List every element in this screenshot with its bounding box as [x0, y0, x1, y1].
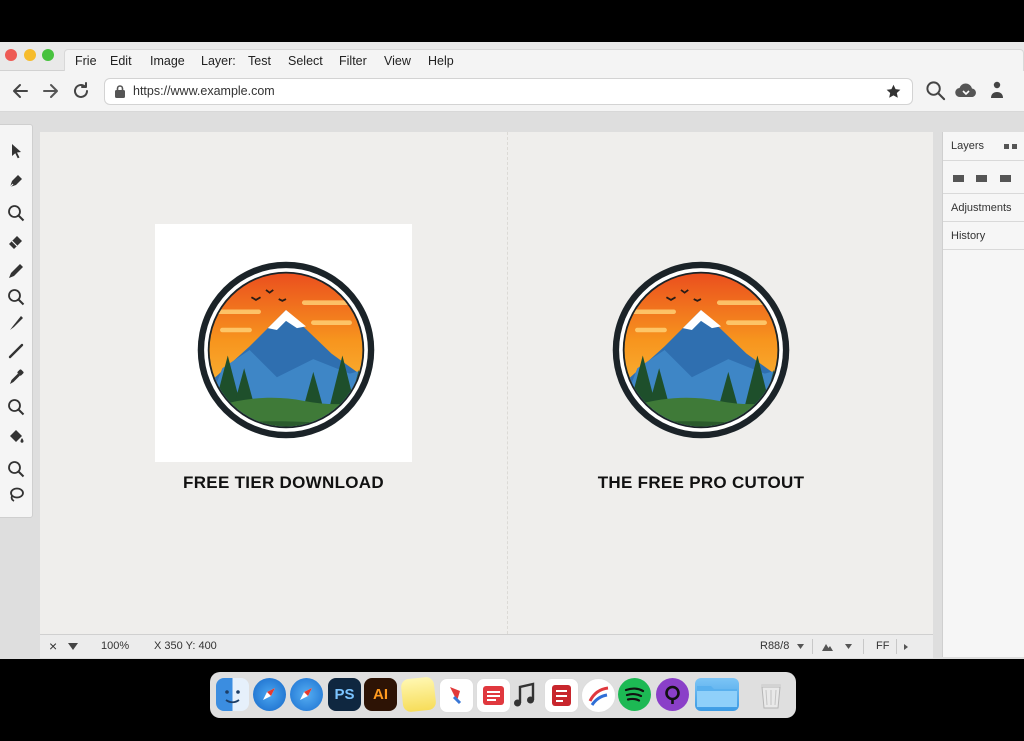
status-bar: × 100% X 350 Y: 400 R88/8 FF: [40, 634, 933, 658]
url-text: https://www.example.com: [133, 84, 275, 98]
address-bar[interactable]: https://www.example.com: [104, 78, 913, 105]
move-tool-icon[interactable]: [6, 141, 26, 161]
status-separator-3: [896, 639, 897, 654]
magnifier-tool-icon[interactable]: [6, 287, 26, 307]
app-window: Frie Edit Image Layer: Test Select Filte…: [0, 42, 1024, 659]
left-caption: FREE TIER DOWNLOAD: [183, 473, 384, 492]
spotify-icon[interactable]: [618, 678, 651, 711]
podcasts-icon[interactable]: [656, 678, 689, 711]
size-chevron-icon[interactable]: [845, 644, 852, 649]
dock: PS AI: [210, 672, 796, 718]
menu-image[interactable]: Image: [150, 54, 185, 68]
illustrator-icon[interactable]: AI: [364, 678, 397, 711]
music-icon[interactable]: [508, 678, 541, 711]
color-mode-chevron-icon[interactable]: [797, 644, 804, 649]
dictionary-icon[interactable]: [581, 678, 616, 713]
menu-test[interactable]: Test: [248, 54, 271, 68]
menu-strip: Frie Edit Image Layer: Test Select Filte…: [64, 49, 1024, 72]
history-panel-header[interactable]: History: [943, 222, 1024, 250]
eraser-tool-icon[interactable]: [6, 231, 26, 251]
news-icon[interactable]: [476, 678, 511, 713]
brush-tool-icon[interactable]: [6, 313, 26, 333]
menu-filter[interactable]: Filter: [339, 54, 367, 68]
search-icon[interactable]: [925, 80, 946, 101]
close-window-button[interactable]: [5, 49, 17, 61]
zoom-level[interactable]: 100%: [101, 640, 129, 652]
eyedropper-tool-icon[interactable]: [6, 367, 26, 387]
right-caption: THE FREE PRO CUTOUT: [597, 473, 805, 492]
layers-panel-header[interactable]: Layers: [943, 132, 1024, 161]
menu-layer[interactable]: Layer:: [201, 54, 236, 68]
star-icon[interactable]: [885, 83, 902, 100]
fill-tool-icon[interactable]: [6, 427, 26, 447]
menu-view[interactable]: View: [384, 54, 411, 68]
zoom-window-button[interactable]: [42, 49, 54, 61]
mountain-logo-icon: [197, 261, 375, 439]
cloud-icon[interactable]: [954, 80, 978, 101]
account-icon[interactable]: [990, 80, 1004, 101]
finder-icon[interactable]: [216, 678, 249, 711]
canvas-divider: [507, 132, 508, 634]
layer-thumb-icon-2[interactable]: [976, 175, 987, 182]
color-mode-select[interactable]: R88/8: [760, 640, 789, 652]
lock-icon: [115, 85, 125, 98]
browser-toolbar: https://www.example.com: [0, 71, 1024, 112]
status-separator: [812, 639, 813, 654]
cursor-coordinates: X 350 Y: 400: [154, 640, 217, 652]
safari-icon-2[interactable]: [290, 678, 323, 711]
safari-icon[interactable]: [253, 678, 286, 711]
dropdown-triangle-icon[interactable]: [68, 643, 78, 650]
photoshop-icon[interactable]: PS: [328, 678, 361, 711]
close-status-button[interactable]: ×: [49, 638, 57, 654]
back-arrow-icon[interactable]: [10, 80, 32, 102]
pen-tool-icon[interactable]: [6, 171, 26, 191]
small-right-arrow-icon[interactable]: [904, 644, 908, 650]
layer-thumb-icon-1[interactable]: [953, 175, 964, 182]
reminders-icon[interactable]: [544, 678, 579, 713]
editor-workspace: FREE TIER DOWNLOAD THE FREE PRO CUTOUT ×…: [0, 112, 1024, 659]
mountain-cutout-logo-icon: [612, 261, 790, 439]
trash-icon[interactable]: [756, 678, 786, 711]
document-canvas[interactable]: FREE TIER DOWNLOAD THE FREE PRO CUTOUT: [40, 132, 933, 634]
forward-arrow-icon[interactable]: [39, 80, 61, 102]
menu-file[interactable]: Frie: [75, 54, 97, 68]
history-title: History: [951, 230, 986, 242]
reload-icon[interactable]: [70, 80, 92, 102]
panels-sidebar: Layers Adjustments History: [942, 132, 1024, 657]
menu-help[interactable]: Help: [428, 54, 454, 68]
panel-menu-icon[interactable]: [1004, 144, 1017, 149]
layer-thumb-icon-3[interactable]: [1000, 175, 1011, 182]
tool-palette: [0, 124, 33, 518]
zoom-out-tool-icon[interactable]: [6, 459, 26, 479]
minimize-window-button[interactable]: [24, 49, 36, 61]
search-tool-icon[interactable]: [6, 397, 26, 417]
menu-select[interactable]: Select: [288, 54, 323, 68]
lasso-tool-icon[interactable]: [6, 485, 26, 505]
ff-button[interactable]: FF: [876, 640, 889, 652]
adjustments-title: Adjustments: [951, 202, 1012, 214]
status-separator-2: [863, 639, 864, 654]
preview-icon[interactable]: [439, 678, 474, 713]
zoom-tool-icon[interactable]: [6, 203, 26, 223]
pencil-tool-icon[interactable]: [6, 261, 26, 281]
adjustments-panel-header[interactable]: Adjustments: [943, 194, 1024, 222]
left-artboard[interactable]: [155, 224, 412, 462]
menu-edit[interactable]: Edit: [110, 54, 132, 68]
layers-toolbar: [943, 161, 1024, 194]
notes-icon[interactable]: [400, 676, 437, 713]
line-tool-icon[interactable]: [6, 341, 26, 361]
layers-title: Layers: [951, 140, 985, 152]
folder-icon[interactable]: [695, 678, 739, 711]
mountain-small-icon[interactable]: [822, 642, 833, 651]
menu-bar: Frie Edit Image Layer: Test Select Filte…: [0, 42, 1024, 72]
